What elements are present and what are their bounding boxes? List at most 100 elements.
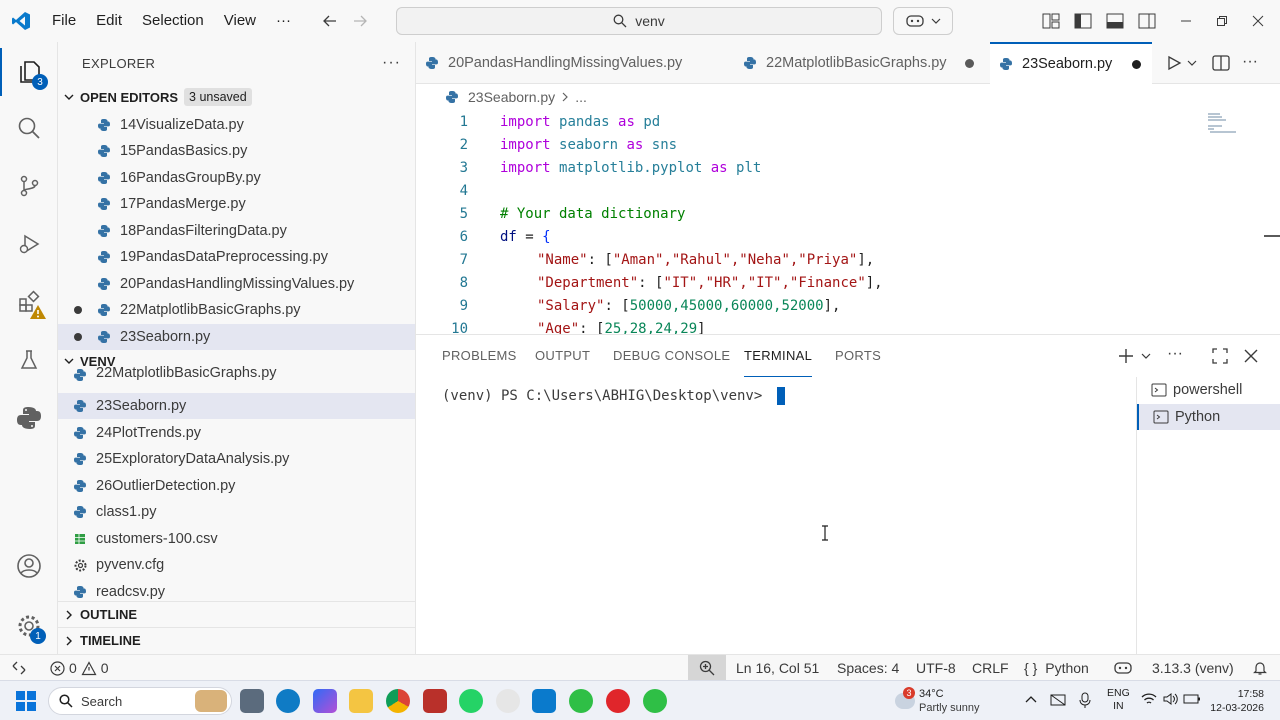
outline-header[interactable]: OUTLINE	[58, 601, 415, 627]
unsaved-dot-icon[interactable]	[1132, 59, 1142, 69]
microphone-icon[interactable]	[1078, 692, 1092, 708]
source-control-icon[interactable]	[0, 162, 58, 210]
menu-more[interactable]: ···	[266, 0, 301, 42]
restore-icon[interactable]	[1204, 15, 1240, 27]
zoom-icon[interactable]	[688, 655, 726, 681]
menu-file[interactable]: File	[42, 0, 86, 42]
explorer-icon[interactable]: 3	[0, 48, 58, 96]
tab-terminal[interactable]: TERMINAL	[744, 335, 813, 377]
panel-more-icon[interactable]: ···	[1167, 345, 1183, 363]
clock[interactable]: 17:58 12-03-2026	[1208, 687, 1264, 715]
open-editor-item[interactable]: 17PandasMerge.py	[58, 191, 415, 217]
open-editor-item[interactable]: 14VisualizeData.py	[58, 112, 415, 138]
explorer-more-icon[interactable]: ···	[382, 54, 401, 72]
open-editor-item[interactable]: 19PandasDataPreprocessing.py	[58, 244, 415, 270]
extensions-icon[interactable]	[0, 278, 58, 326]
venv-file-item[interactable]: 26OutlierDetection.py	[58, 473, 415, 499]
open-editor-item[interactable]: 22MatplotlibBasicGraphs.py	[58, 297, 415, 323]
tray-app-icon[interactable]	[1050, 692, 1066, 708]
copilot-status-icon[interactable]	[1113, 655, 1133, 681]
taskbar-search[interactable]: Search	[48, 687, 232, 715]
chevron-down-icon[interactable]	[1187, 58, 1197, 68]
open-editor-item[interactable]: 16PandasGroupBy.py	[58, 165, 415, 191]
volume-icon[interactable]	[1163, 692, 1179, 706]
task-view-icon[interactable]	[240, 689, 264, 713]
open-editor-item[interactable]: 20PandasHandlingMissingValues.py	[58, 271, 415, 297]
toggle-panel-icon[interactable]	[1106, 13, 1128, 29]
indentation[interactable]: Spaces: 4	[837, 655, 899, 681]
app-icon-red[interactable]	[423, 689, 447, 713]
back-arrow-icon[interactable]	[315, 13, 345, 29]
tab-output[interactable]: OUTPUT	[535, 335, 590, 377]
venv-file-item[interactable]: pyvenv.cfg	[58, 552, 415, 578]
open-editor-item[interactable]: 23Seaborn.py	[58, 324, 415, 350]
tab-debug-console[interactable]: DEBUG CONSOLE	[613, 335, 730, 377]
run-file-icon[interactable]	[1166, 55, 1182, 71]
encoding[interactable]: UTF-8	[916, 655, 956, 681]
new-terminal-icon[interactable]	[1118, 348, 1134, 364]
tab-ports[interactable]: PORTS	[835, 335, 881, 377]
search-icon[interactable]	[0, 104, 58, 152]
tab-23Seaborn[interactable]: 23Seaborn.py	[990, 42, 1152, 84]
language-mode[interactable]: { } Python	[1024, 655, 1089, 681]
terminal-output[interactable]: (venv) PS C:\Users\ABHIG\Desktop\venv>	[442, 387, 785, 405]
close-panel-icon[interactable]	[1244, 349, 1258, 363]
account-icon[interactable]	[0, 542, 58, 590]
battery-icon[interactable]	[1183, 692, 1201, 706]
edge-icon[interactable]	[276, 689, 300, 713]
chrome-icon[interactable]	[386, 689, 410, 713]
python-interpreter[interactable]: 3.13.3 (venv)	[1152, 655, 1234, 681]
breadcrumb-file[interactable]: 23Seaborn.py	[468, 89, 555, 105]
file-explorer-icon[interactable]	[349, 689, 373, 713]
open-editor-item[interactable]: 15PandasBasics.py	[58, 138, 415, 164]
remote-icon[interactable]	[12, 655, 26, 681]
venv-file-item[interactable]: 23Seaborn.py	[58, 393, 415, 419]
app-icon-green[interactable]	[569, 689, 593, 713]
end-of-line[interactable]: CRLF	[972, 655, 1009, 681]
maximize-panel-icon[interactable]	[1212, 348, 1228, 364]
windows-start-icon[interactable]	[16, 691, 36, 711]
venv-file-item[interactable]: class1.py	[58, 499, 415, 525]
command-center-search[interactable]: venv	[396, 7, 882, 35]
app-icon-green-2[interactable]	[643, 689, 667, 713]
vscode-taskbar-icon[interactable]	[532, 689, 556, 713]
close-window-icon[interactable]	[1240, 15, 1276, 27]
menu-edit[interactable]: Edit	[86, 0, 132, 42]
unsaved-dot-icon[interactable]	[964, 58, 974, 68]
menu-view[interactable]: View	[214, 0, 266, 42]
run-debug-icon[interactable]	[0, 220, 58, 268]
cursor-position[interactable]: Ln 16, Col 51	[736, 655, 819, 681]
breadcrumb-more[interactable]: ...	[575, 89, 587, 105]
language-indicator[interactable]: ENG IN	[1107, 687, 1130, 713]
forward-arrow-icon[interactable]	[345, 13, 375, 29]
menu-selection[interactable]: Selection	[132, 0, 214, 42]
notifications-bell-icon[interactable]	[1252, 655, 1268, 681]
problems-status[interactable]: 0 0	[50, 655, 109, 681]
split-editor-icon[interactable]	[1212, 55, 1230, 71]
toggle-sidebar-icon[interactable]	[1074, 13, 1096, 29]
open-editor-item[interactable]: 18PandasFilteringData.py	[58, 218, 415, 244]
whatsapp-icon[interactable]	[459, 689, 483, 713]
tray-chevron-up-icon[interactable]	[1025, 694, 1037, 704]
wifi-icon[interactable]	[1141, 692, 1157, 706]
venv-file-item[interactable]: 22MatplotlibBasicGraphs.py	[58, 365, 415, 381]
timeline-header[interactable]: TIMELINE	[58, 627, 415, 653]
python-icon[interactable]	[0, 394, 58, 442]
terminal-item-powershell[interactable]: powershell	[1137, 377, 1280, 403]
venv-file-item[interactable]: 24PlotTrends.py	[58, 420, 415, 446]
customize-layout-icon[interactable]	[1042, 13, 1064, 29]
testing-icon[interactable]	[0, 336, 58, 384]
minimap[interactable]	[1206, 112, 1242, 134]
terminal-item-python[interactable]: Python	[1137, 404, 1280, 430]
editor-more-icon[interactable]: ···	[1242, 53, 1258, 71]
opera-icon[interactable]	[606, 689, 630, 713]
code-editor[interactable]: 1 import pandas as pd 2 import seaborn as …	[416, 110, 1280, 334]
minimize-icon[interactable]	[1168, 15, 1204, 27]
copilot-button[interactable]	[893, 7, 953, 35]
tab-22MatplotlibBasicGraphs[interactable]: 22MatplotlibBasicGraphs.py	[734, 42, 990, 84]
chevron-down-icon[interactable]	[1141, 351, 1151, 361]
tab-problems[interactable]: PROBLEMS	[442, 335, 517, 377]
copilot-app-icon[interactable]	[313, 689, 337, 713]
tab-20PandasHandlingMissingValues[interactable]: 20PandasHandlingMissingValues.py	[416, 42, 722, 84]
venv-file-item[interactable]: customers-100.csv	[58, 526, 415, 552]
